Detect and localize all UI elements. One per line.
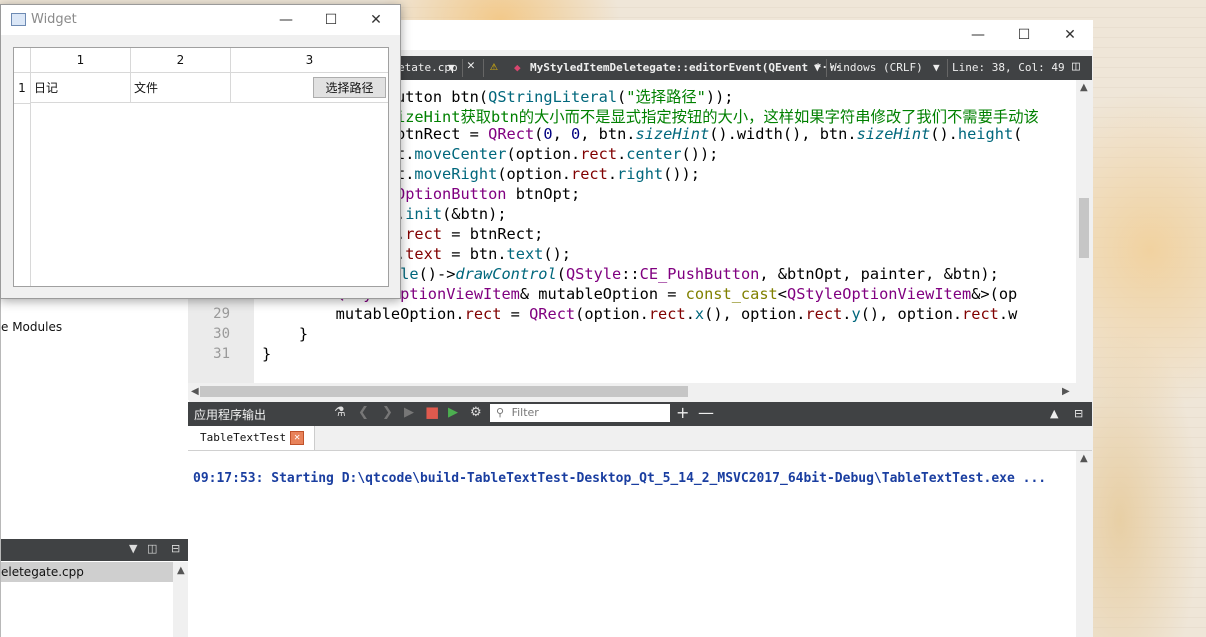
widget-title: Widget [31,12,77,27]
code-line: btnRect = QRect(0, 0, btn.sizeHint().wid… [396,125,1023,143]
code-line: .rect = btnRect; [396,225,544,243]
separator [947,59,948,77]
table-view[interactable]: 1 2 3 1 日记 文件 选择路径 [13,47,389,287]
editor-vertical-thumb[interactable] [1079,198,1089,258]
maximize-icon[interactable]: ☐ [1001,20,1047,50]
minimize-icon[interactable]: — [955,20,1001,50]
separator [483,59,484,77]
split-editor-icon[interactable]: ◫ [1072,59,1080,74]
modules-label[interactable]: e Modules [1,320,62,334]
debug-run-icon[interactable]: ▶ [448,405,458,420]
row-header-column: 1 [14,73,31,286]
code-line: izeHint获取btn的大小而不是显式指定按钮的大小，这样如果字符串修改了我们… [396,108,1039,126]
application-output[interactable]: 09:17:53: Starting D:\qtcode\build-Table… [188,451,1076,637]
column-header-2[interactable]: 2 [131,48,231,73]
file-dropdown-icon[interactable]: ▼ [448,61,455,74]
code-line: .init(&btn); [396,205,507,223]
code-line: t.moveCenter(option.rect.center()); [396,145,719,163]
open-file-item[interactable]: eletegate.cpp [1,562,173,582]
maximize-icon[interactable]: ☐ [308,5,354,35]
close-pane-icon[interactable]: ⊟ [1074,407,1083,420]
scroll-right-icon[interactable]: ▶ [1062,386,1070,397]
output-tab-label: TableTextTest [200,431,287,444]
code-line: } [262,345,272,363]
left-scrollbar[interactable]: ▲ [173,562,189,637]
stop-icon[interactable]: ■ [425,403,439,421]
output-vertical-scrollbar[interactable]: ▲ [1076,451,1092,637]
code-line: mutableOption.rect = QRect(option.rect.x… [262,305,1018,323]
line-number: 31 [213,346,230,362]
separator [462,59,463,77]
output-line: 09:17:53: Starting D:\qtcode\build-Table… [193,471,1047,486]
code-line: } [262,325,309,343]
widget-window: Widget — ☐ ✕ 1 2 3 1 日记 文件 选择路径 [0,4,401,299]
dropdown-arrow-icon[interactable]: ▼ [129,542,137,555]
symbol-selector[interactable]: MyStyledItemDeletegate::editorEvent(QEve… [530,61,841,74]
code-line: .text = btn.text(); [396,245,572,263]
table-corner-button[interactable] [14,48,31,73]
scroll-left-icon[interactable]: ◀ [191,386,199,397]
close-tab-icon[interactable]: ✕ [290,431,305,445]
line-number: 30 [213,326,230,342]
table-cell[interactable]: 日记 [31,73,131,103]
editor-horizontal-thumb[interactable] [200,386,688,397]
row-header-1[interactable]: 1 [14,73,30,104]
code-line: utton btn(QStringLiteral("选择路径")); [396,88,734,106]
minus-icon[interactable]: — [698,403,714,422]
previous-icon[interactable]: ❮ [358,405,369,420]
minimize-icon[interactable]: — [263,5,309,35]
close-pane-icon[interactable]: ⊟ [171,542,180,555]
table-cell[interactable]: 文件 [131,73,231,103]
settings-icon[interactable]: ⚙ [470,405,482,420]
select-path-button[interactable]: 选择路径 [313,77,386,98]
filter-placeholder: Filter [511,406,539,419]
next-icon[interactable]: ❯ [382,405,393,420]
close-icon[interactable]: ✕ [353,5,399,35]
symbol-dropdown-icon[interactable]: ▼ [814,61,821,74]
maximize-pane-icon[interactable]: ▲ [1050,407,1058,420]
split-icon[interactable]: ◫ [147,542,157,555]
column-header-3[interactable]: 3 [231,48,388,73]
output-tab[interactable]: TableTextTest ✕ [188,426,316,450]
line-ending-dropdown-icon[interactable]: ▼ [933,61,940,74]
separator [826,59,827,77]
line-ending-selector[interactable]: Windows (CRLF) [830,61,923,74]
editor-vertical-scrollbar[interactable]: ▲ [1076,80,1092,383]
clean-icon[interactable]: ⚗ [334,405,346,420]
output-pane-toolbar: 应用程序输出 ⚗ ❮ ❯ ▶ ■ ▶ ⚙ ⚲ Filter + — ▲ ⊟ [188,402,1092,426]
filter-input[interactable]: ⚲ Filter [490,404,670,422]
output-tabs: TableTextTest ✕ [188,426,1092,451]
editor-horizontal-scrollbar[interactable]: ◀ ▶ [188,383,1076,400]
open-documents-bar: ▼ ◫ ⊟ [1,539,189,561]
code-line: OptionButton btnOpt; [396,185,581,203]
widget-titlebar: Widget — ☐ ✕ [1,5,400,35]
cursor-position[interactable]: Line: 38, Col: 49 [952,61,1065,74]
add-icon[interactable]: + [676,403,689,422]
scroll-up-icon[interactable]: ▲ [1080,82,1088,93]
scroll-up-icon[interactable]: ▲ [1080,453,1088,464]
code-line: t.moveRight(option.rect.right()); [396,165,700,183]
line-number: 29 [213,306,230,322]
warning-icon[interactable]: ⚠ [490,59,498,74]
close-icon[interactable]: ✕ [1047,20,1093,50]
output-pane-title: 应用程序输出 [194,408,267,422]
symbol-icon: ◆ [514,61,521,74]
column-header-1[interactable]: 1 [31,48,131,73]
scroll-up-icon[interactable]: ▲ [177,565,185,576]
run-icon[interactable]: ▶ [404,405,414,420]
close-document-icon[interactable]: ✕ [467,58,475,73]
search-icon: ⚲ [496,406,505,419]
window-icon [11,13,26,26]
